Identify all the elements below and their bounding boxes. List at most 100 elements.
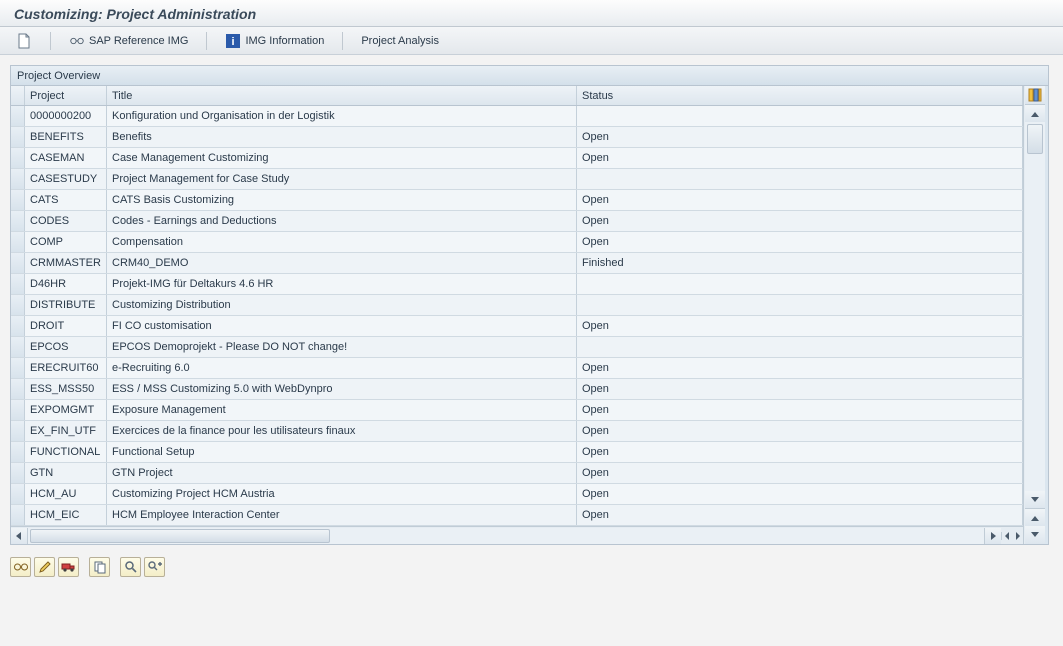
row-selector[interactable] — [11, 379, 25, 399]
copy-button[interactable] — [89, 557, 110, 577]
cell-title[interactable]: Project Management for Case Study — [107, 169, 577, 189]
table-row[interactable]: CASESTUDYProject Management for Case Stu… — [11, 169, 1023, 190]
find-button[interactable] — [120, 557, 141, 577]
cell-status[interactable]: Open — [577, 442, 1023, 462]
cell-project[interactable]: CATS — [25, 190, 107, 210]
cell-project[interactable]: BENEFITS — [25, 127, 107, 147]
cell-project[interactable]: FUNCTIONAL — [25, 442, 107, 462]
row-selector[interactable] — [11, 400, 25, 420]
cell-project[interactable]: 0000000200 — [25, 106, 107, 126]
transport-button[interactable] — [58, 557, 79, 577]
cell-status[interactable]: Open — [577, 421, 1023, 441]
cell-title[interactable]: EPCOS Demoprojekt - Please DO NOT change… — [107, 337, 577, 357]
display-button[interactable] — [10, 557, 31, 577]
cell-title[interactable]: CRM40_DEMO — [107, 253, 577, 273]
cell-status[interactable]: Open — [577, 127, 1023, 147]
cell-project[interactable]: DROIT — [25, 316, 107, 336]
cell-title[interactable]: Compensation — [107, 232, 577, 252]
table-row[interactable]: HCM_AUCustomizing Project HCM AustriaOpe… — [11, 484, 1023, 505]
table-row[interactable]: EPCOSEPCOS Demoprojekt - Please DO NOT c… — [11, 337, 1023, 358]
table-row[interactable]: COMPCompensationOpen — [11, 232, 1023, 253]
row-selector[interactable] — [11, 127, 25, 147]
cell-title[interactable]: Exercices de la finance pour les utilisa… — [107, 421, 577, 441]
scroll-right2-icon[interactable] — [1013, 532, 1024, 540]
cell-title[interactable]: Exposure Management — [107, 400, 577, 420]
table-row[interactable]: EX_FIN_UTFExercices de la finance pour l… — [11, 421, 1023, 442]
table-row[interactable]: CATSCATS Basis CustomizingOpen — [11, 190, 1023, 211]
scroll-up2-icon[interactable] — [1025, 508, 1045, 526]
row-selector[interactable] — [11, 169, 25, 189]
table-row[interactable]: EXPOMGMTExposure ManagementOpen — [11, 400, 1023, 421]
cell-title[interactable]: Projekt-IMG für Deltakurs 4.6 HR — [107, 274, 577, 294]
cell-status[interactable]: Open — [577, 463, 1023, 483]
table-row[interactable]: ERECRUIT60e-Recruiting 6.0Open — [11, 358, 1023, 379]
cell-title[interactable]: Customizing Distribution — [107, 295, 577, 315]
table-row[interactable]: HCM_EICHCM Employee Interaction CenterOp… — [11, 505, 1023, 526]
scroll-up-icon[interactable] — [1025, 105, 1045, 122]
table-row[interactable]: ESS_MSS50ESS / MSS Customizing 5.0 with … — [11, 379, 1023, 400]
row-selector[interactable] — [11, 148, 25, 168]
cell-project[interactable]: CASEMAN — [25, 148, 107, 168]
row-selector[interactable] — [11, 505, 25, 525]
cell-status[interactable] — [577, 169, 1023, 189]
cell-status[interactable]: Open — [577, 400, 1023, 420]
row-selector[interactable] — [11, 295, 25, 315]
cell-status[interactable] — [577, 337, 1023, 357]
table-row[interactable]: CASEMANCase Management CustomizingOpen — [11, 148, 1023, 169]
row-selector[interactable] — [11, 274, 25, 294]
column-header-project[interactable]: Project — [25, 86, 107, 105]
v-scroll-track[interactable] — [1025, 122, 1045, 491]
scroll-down2-icon[interactable] — [1025, 526, 1045, 544]
cell-status[interactable]: Open — [577, 505, 1023, 525]
table-row[interactable]: CRMMASTERCRM40_DEMOFinished — [11, 253, 1023, 274]
cell-project[interactable]: ESS_MSS50 — [25, 379, 107, 399]
cell-title[interactable]: ESS / MSS Customizing 5.0 with WebDynpro — [107, 379, 577, 399]
row-selector[interactable] — [11, 421, 25, 441]
h-scroll-thumb[interactable] — [30, 529, 330, 543]
cell-status[interactable]: Open — [577, 211, 1023, 231]
cell-status[interactable]: Open — [577, 484, 1023, 504]
cell-title[interactable]: e-Recruiting 6.0 — [107, 358, 577, 378]
scroll-right-icon[interactable] — [984, 528, 1001, 544]
row-selector[interactable] — [11, 106, 25, 126]
cell-status[interactable]: Open — [577, 358, 1023, 378]
column-header-status[interactable]: Status — [577, 86, 1023, 105]
new-button[interactable] — [10, 31, 38, 51]
table-row[interactable]: CODESCodes - Earnings and DeductionsOpen — [11, 211, 1023, 232]
cell-status[interactable]: Open — [577, 190, 1023, 210]
cell-status[interactable]: Finished — [577, 253, 1023, 273]
cell-status[interactable] — [577, 295, 1023, 315]
cell-project[interactable]: COMP — [25, 232, 107, 252]
cell-project[interactable]: D46HR — [25, 274, 107, 294]
cell-project[interactable]: CODES — [25, 211, 107, 231]
cell-title[interactable]: Functional Setup — [107, 442, 577, 462]
table-row[interactable]: D46HRProjekt-IMG für Deltakurs 4.6 HR — [11, 274, 1023, 295]
row-selector[interactable] — [11, 316, 25, 336]
row-selector[interactable] — [11, 211, 25, 231]
cell-status[interactable] — [577, 106, 1023, 126]
cell-title[interactable]: FI CO customisation — [107, 316, 577, 336]
v-scroll-thumb[interactable] — [1027, 124, 1043, 154]
cell-status[interactable]: Open — [577, 148, 1023, 168]
project-analysis-button[interactable]: Project Analysis — [355, 33, 445, 49]
scroll-down-icon[interactable] — [1025, 491, 1045, 508]
row-selector-header[interactable] — [11, 86, 25, 105]
cell-project[interactable]: HCM_EIC — [25, 505, 107, 525]
cell-project[interactable]: EXPOMGMT — [25, 400, 107, 420]
cell-project[interactable]: ERECRUIT60 — [25, 358, 107, 378]
row-selector[interactable] — [11, 358, 25, 378]
cell-status[interactable] — [577, 274, 1023, 294]
cell-title[interactable]: CATS Basis Customizing — [107, 190, 577, 210]
cell-project[interactable]: EPCOS — [25, 337, 107, 357]
sap-reference-img-button[interactable]: SAP Reference IMG — [63, 31, 194, 51]
table-row[interactable]: 0000000200Konfiguration und Organisation… — [11, 106, 1023, 127]
cell-status[interactable]: Open — [577, 232, 1023, 252]
cell-project[interactable]: DISTRIBUTE — [25, 295, 107, 315]
row-selector[interactable] — [11, 190, 25, 210]
table-row[interactable]: FUNCTIONALFunctional SetupOpen — [11, 442, 1023, 463]
cell-project[interactable]: CRMMASTER — [25, 253, 107, 273]
cell-title[interactable]: Customizing Project HCM Austria — [107, 484, 577, 504]
scroll-left2-icon[interactable] — [1002, 532, 1013, 540]
cell-status[interactable]: Open — [577, 379, 1023, 399]
cell-status[interactable]: Open — [577, 316, 1023, 336]
